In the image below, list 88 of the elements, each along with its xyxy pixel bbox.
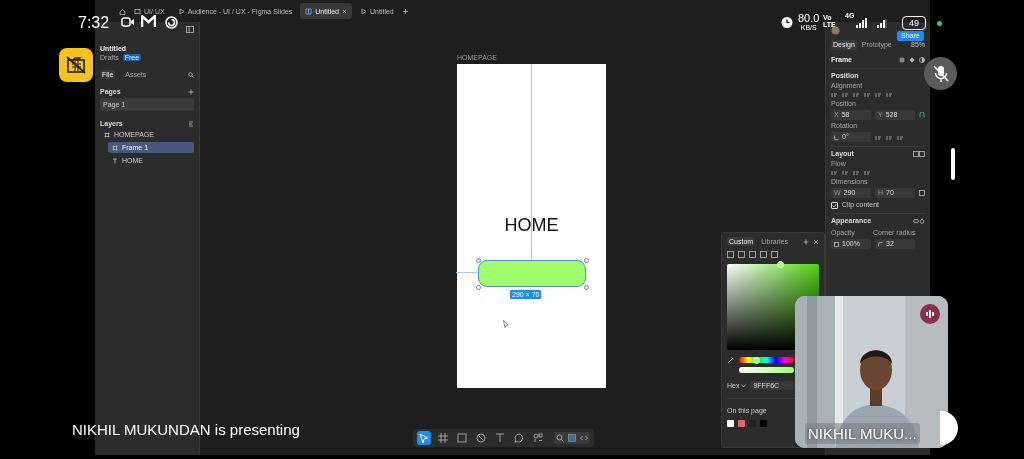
tab-icon xyxy=(305,7,313,15)
auto-layout-icon[interactable] xyxy=(913,151,925,157)
round-button[interactable] xyxy=(940,411,958,445)
tool-button[interactable] xyxy=(531,431,545,445)
opacity-icon xyxy=(834,241,839,247)
component-icon[interactable] xyxy=(909,57,915,63)
tool-button[interactable] xyxy=(493,431,507,445)
add-icon[interactable] xyxy=(188,88,194,95)
search-icon[interactable] xyxy=(188,71,194,78)
opacity-slider[interactable] xyxy=(739,367,794,373)
tab-icon xyxy=(177,7,185,15)
hue-slider[interactable] xyxy=(739,357,794,363)
heading-text: HOME xyxy=(503,215,560,236)
check-icon xyxy=(832,202,837,208)
text-icon xyxy=(494,432,506,444)
zoom-icon[interactable] xyxy=(555,433,565,443)
signal-icon xyxy=(855,17,867,29)
resize-icon[interactable] xyxy=(919,190,925,196)
sidebar-icon[interactable] xyxy=(186,26,194,33)
status-time: 7:32 xyxy=(78,14,110,32)
constraint-icon[interactable] xyxy=(919,112,925,118)
mail-logo-icon xyxy=(141,15,156,28)
comment-icon xyxy=(513,432,525,444)
avatar-icon xyxy=(831,26,840,35)
flip-icon[interactable] xyxy=(897,135,904,141)
caret-icon xyxy=(741,383,747,388)
flow-icon[interactable] xyxy=(831,170,838,176)
frame-icon xyxy=(437,432,449,444)
angle-icon xyxy=(834,134,839,140)
tab-icon xyxy=(360,7,367,15)
resize-handle[interactable] xyxy=(584,285,589,290)
screen-off-icon xyxy=(66,56,86,74)
close-icon[interactable] xyxy=(342,8,347,14)
resize-handle[interactable] xyxy=(476,285,481,290)
align-icon[interactable] xyxy=(842,92,849,98)
corner-icon xyxy=(878,241,883,247)
add-icon[interactable] xyxy=(803,238,809,245)
hue-handle[interactable] xyxy=(752,356,760,364)
flow-icon[interactable] xyxy=(853,170,860,176)
tool-button[interactable] xyxy=(455,431,469,445)
flow-icon[interactable] xyxy=(864,170,871,176)
visibility-icon[interactable] xyxy=(913,218,925,224)
speed-value: 80.0 xyxy=(798,13,820,24)
align-icon[interactable] xyxy=(875,92,882,98)
privacy-indicator xyxy=(937,21,942,26)
alarm-icon xyxy=(780,15,794,29)
align-icon[interactable] xyxy=(864,92,871,98)
code-icon[interactable] xyxy=(579,433,589,443)
video-camera-icon xyxy=(121,16,135,28)
flow-icon[interactable] xyxy=(842,170,849,176)
color-handle[interactable] xyxy=(777,261,784,268)
presenting-caption: NIKHIL MUKUNDAN is presenting xyxy=(72,421,300,438)
text-icon xyxy=(112,157,118,164)
resize-handle[interactable] xyxy=(584,258,589,263)
actions-icon xyxy=(532,432,544,444)
color-swatch[interactable] xyxy=(738,420,745,427)
tool-button[interactable] xyxy=(512,431,526,445)
battery-level: 49 xyxy=(902,16,926,30)
tab-icon xyxy=(134,7,141,15)
flip-icon[interactable] xyxy=(875,135,882,141)
scroll-indicator[interactable] xyxy=(951,148,955,180)
layers-icon[interactable] xyxy=(188,120,194,127)
home-icon[interactable] xyxy=(119,7,126,15)
checkbox[interactable] xyxy=(831,201,838,209)
eyedropper-icon[interactable] xyxy=(727,356,735,364)
mute-button[interactable] xyxy=(924,57,957,90)
rectangle-icon xyxy=(456,432,468,444)
mic-off-icon xyxy=(932,64,949,83)
cursor-icon xyxy=(503,320,509,328)
tool-button[interactable] xyxy=(436,431,450,445)
close-icon[interactable] xyxy=(813,238,819,245)
stop-sharing-button[interactable] xyxy=(59,48,93,82)
flip-icon[interactable] xyxy=(886,135,893,141)
color-swatch[interactable] xyxy=(727,420,734,427)
add-tab-icon[interactable] xyxy=(401,7,409,15)
frame-icon xyxy=(112,144,118,151)
contrast-icon[interactable] xyxy=(919,57,925,63)
frame-icon xyxy=(104,131,110,138)
signal-icon xyxy=(876,18,887,29)
participant-name: NIKHIL MUKU... xyxy=(805,423,920,444)
color-swatch[interactable] xyxy=(760,420,767,427)
tool-button[interactable] xyxy=(417,431,431,445)
align-icon[interactable] xyxy=(886,92,893,98)
align-icon[interactable] xyxy=(853,92,860,98)
move-icon xyxy=(418,432,430,444)
spiral-icon xyxy=(165,16,178,29)
align-icon[interactable] xyxy=(831,92,838,98)
resize-handle[interactable] xyxy=(476,258,481,263)
